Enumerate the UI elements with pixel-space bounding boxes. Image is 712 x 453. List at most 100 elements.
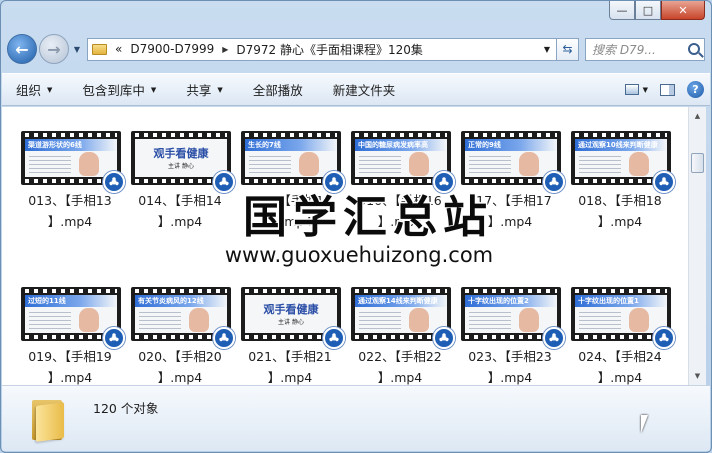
scroll-up-icon[interactable]: ▲ — [690, 108, 705, 124]
back-arrow-icon: ← — [15, 39, 29, 59]
file-name-line: 018、【手相18 — [578, 193, 662, 208]
file-name: 019、【手相19 】.mp4 — [15, 346, 125, 388]
hand-image-icon — [299, 152, 319, 176]
thumbnail-title: 通过观察14线来判断健康 — [358, 297, 438, 305]
recent-pages-dropdown[interactable]: ▼ — [71, 45, 83, 54]
thumbnail-title: 正常的9线 — [468, 141, 501, 149]
thumbnail-title: 中国的糖尿病发病率高 — [358, 141, 428, 149]
file-name: 024、【手相24 】.mp4 — [565, 346, 675, 388]
search-placeholder: 搜索 D79... — [592, 42, 656, 57]
explorer-window: — □ ✕ ← → ▼ « D7900-D7999 ▶ D7972 静心《手面相… — [0, 0, 712, 453]
maximize-button[interactable]: □ — [635, 1, 661, 20]
hand-image-icon — [79, 308, 99, 332]
minimize-button[interactable]: — — [609, 1, 635, 20]
breadcrumb-segment[interactable]: D7972 静心《手面相课程》120集 — [236, 41, 423, 58]
file-name-line: 023、【手相23 — [468, 349, 552, 364]
file-item[interactable]: 观手看健康主讲 静心 014、【手相14 】.mp4 — [125, 131, 235, 251]
thumbnail-title: 十字纹出现的位置1 — [578, 297, 639, 305]
video-thumbnail: 有关节炎病风的12线 — [131, 287, 235, 349]
folder-icon — [92, 43, 107, 55]
thumbnail-title: 通过观察10线来判断健康 — [578, 141, 658, 149]
file-name-line: 014、【手相14 — [138, 193, 222, 208]
scrollbar-thumb[interactable] — [691, 153, 704, 173]
close-button[interactable]: ✕ — [661, 1, 705, 20]
hand-image-icon — [629, 308, 649, 332]
thumbnail-title: 渠道游形状的6线 — [28, 141, 82, 149]
address-overflow-chevron[interactable]: « — [115, 42, 122, 56]
file-name: 014、【手相14 】.mp4 — [125, 190, 235, 232]
video-thumbnail: 渠道游形状的6线 — [21, 131, 125, 193]
video-thumbnail: 过短的11线 — [21, 287, 125, 349]
hand-image-icon — [189, 308, 209, 332]
refresh-button[interactable]: ⇆ — [557, 37, 579, 61]
file-item[interactable]: 渠道游形状的6线 013、【手相13 】.mp4 — [15, 131, 125, 251]
file-name-line: 】.mp4 — [47, 214, 93, 229]
hand-image-icon — [519, 308, 539, 332]
thumbnail-subtitle: 主讲 静心 — [278, 319, 304, 326]
folder-icon — [32, 396, 64, 442]
include-library-label: 包含到库中 — [82, 83, 145, 98]
chevron-down-icon: ▼ — [150, 85, 157, 94]
file-name-line: 】.mp4 — [157, 214, 203, 229]
include-in-library-menu[interactable]: 包含到库中 ▼ — [82, 80, 156, 99]
video-thumbnail: 观手看健康主讲 静心 — [241, 287, 345, 349]
view-controls: ▼ ? — [624, 81, 710, 98]
vertical-scrollbar[interactable]: ▲ ▼ — [688, 107, 706, 385]
video-thumbnail: 生长的7线 — [241, 131, 345, 193]
video-thumbnail: 通过观察14线来判断健康 — [351, 287, 455, 349]
file-name-line: 020、【手相20 — [138, 349, 222, 364]
thumbnail-title: 有关节炎病风的12线 — [138, 297, 204, 305]
back-button[interactable]: ← — [7, 34, 37, 64]
video-thumbnail: 十字纹出现的位置2 — [461, 287, 565, 349]
file-name: 020、【手相20 】.mp4 — [125, 346, 235, 388]
forward-button[interactable]: → — [39, 34, 69, 64]
hand-image-icon — [519, 152, 539, 176]
hand-image-icon — [629, 152, 649, 176]
file-name-line: 022、【手相22 — [358, 349, 442, 364]
watermark-title: 国学汇总站 — [242, 191, 493, 245]
thumbnail-title: 观手看健康 — [263, 303, 319, 316]
change-view-icon[interactable] — [624, 84, 639, 95]
search-input[interactable]: 搜索 D79... — [585, 37, 705, 61]
breadcrumb-arrow-icon[interactable]: ▶ — [222, 45, 228, 54]
video-thumbnail: 通过观察10线来判断健康 — [571, 131, 675, 193]
help-icon[interactable]: ? — [687, 81, 704, 98]
share-label: 共享 — [186, 83, 212, 98]
file-name-line: 021、【手相21 — [248, 349, 332, 364]
chevron-down-icon: ▼ — [47, 85, 53, 94]
address-bar[interactable]: « D7900-D7999 ▶ D7972 静心《手面相课程》120集 ▼ — [87, 37, 557, 61]
forward-arrow-icon: → — [47, 39, 61, 59]
new-folder-button[interactable]: 新建文件夹 — [333, 80, 396, 99]
organize-label: 组织 — [16, 83, 42, 98]
hand-image-icon — [79, 152, 99, 176]
view-options-dropdown[interactable]: ▼ — [643, 86, 648, 94]
preview-pane-icon[interactable] — [660, 83, 675, 96]
refresh-icon: ⇆ — [562, 42, 573, 56]
thumbnail-subtitle: 主讲 静心 — [168, 163, 194, 170]
file-name: 021、【手相21 】.mp4 — [235, 346, 345, 388]
file-name-line: 】.mp4 — [597, 214, 643, 229]
file-name-line: 019、【手相19 — [28, 349, 112, 364]
file-name: 018、【手相18 】.mp4 — [565, 190, 675, 232]
thumbnail-title: 过短的11线 — [28, 297, 66, 305]
share-menu[interactable]: 共享 ▼ — [186, 80, 222, 99]
video-thumbnail: 正常的9线 — [461, 131, 565, 193]
file-name: 023、【手相23 】.mp4 — [455, 346, 565, 388]
thumbnail-title: 观手看健康 — [153, 147, 209, 160]
hand-image-icon — [409, 308, 429, 332]
search-icon[interactable] — [688, 43, 700, 55]
file-item[interactable]: 通过观察10线来判断健康 018、【手相18 】.mp4 — [565, 131, 675, 251]
address-dropdown-icon[interactable]: ▼ — [544, 45, 550, 54]
play-all-button[interactable]: 全部播放 — [253, 80, 303, 99]
thumbnail-title: 十字纹出现的位置2 — [468, 297, 529, 305]
breadcrumb-segment[interactable]: D7900-D7999 — [130, 42, 214, 56]
details-pane: 120 个对象 — [2, 385, 710, 451]
mouse-pointer-icon — [641, 415, 655, 433]
watermark-url: www.guoxuehuizong.com — [224, 242, 494, 268]
organize-menu[interactable]: 组织 ▼ — [16, 80, 52, 99]
file-name-line: 024、【手相24 — [578, 349, 662, 364]
command-bar: 组织 ▼ 包含到库中 ▼ 共享 ▼ 全部播放 新建文件夹 ▼ ? — [2, 73, 710, 106]
navigation-bar: ← → ▼ « D7900-D7999 ▶ D7972 静心《手面相课程》120… — [7, 31, 705, 67]
scroll-down-icon[interactable]: ▼ — [690, 368, 705, 384]
file-name: 022、【手相22 】.mp4 — [345, 346, 455, 388]
